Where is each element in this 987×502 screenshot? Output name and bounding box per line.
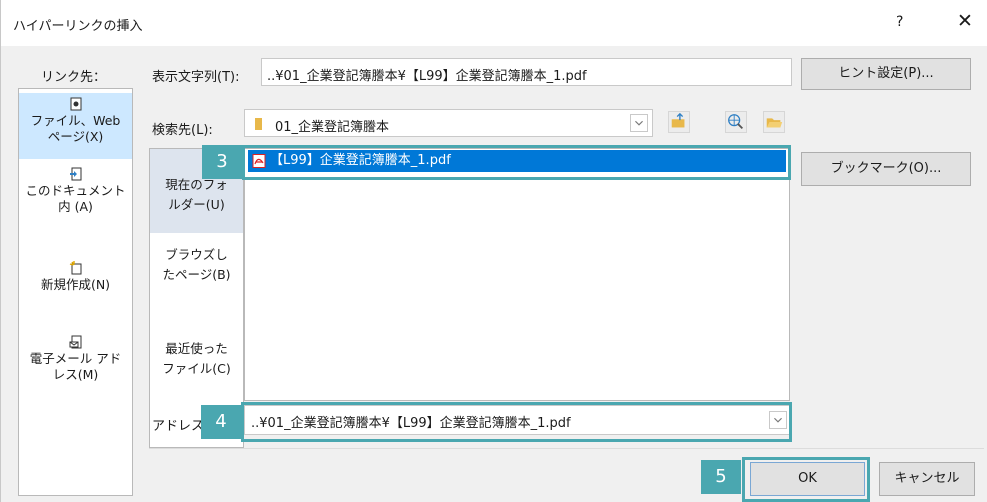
step-4-highlight (241, 402, 792, 442)
folder-icon (255, 118, 262, 130)
email-icon (69, 335, 81, 349)
file-list[interactable]: 【L99】企業登記簿謄本_1.pdf (244, 148, 790, 401)
cancel-button[interactable]: キャンセル (879, 462, 975, 496)
browse-web-button[interactable] (725, 111, 747, 133)
look-in-dropdown[interactable]: 01_企業登記簿謄本 (244, 109, 653, 137)
address-label: アドレス (152, 419, 205, 434)
nav-label-this-document: このドキュメント内 (A) (25, 183, 126, 214)
file-icon (70, 97, 81, 111)
dialog-title: ハイパーリンクの挿入 (13, 19, 143, 34)
nav-label-email: 電子メール アドレス(M) (29, 351, 122, 382)
browse-source-nav: 現在のフォルダー(U) ブラウズしたページ(B) 最近使ったファイル(C) (149, 148, 244, 448)
sub-item-recent-files[interactable]: 最近使ったファイル(C) (150, 339, 243, 399)
close-button[interactable]: ✕ (957, 10, 973, 32)
document-icon (69, 167, 81, 181)
nav-item-file-web[interactable]: ファイル、Web ページ(X) (19, 93, 132, 159)
look-in-dropdown-arrow[interactable] (630, 114, 648, 132)
step-5-highlight (742, 457, 870, 502)
nav-label-new-document: 新規作成(N) (40, 277, 111, 292)
nav-item-this-document[interactable]: このドキュメント内 (A) (19, 167, 132, 237)
nav-item-email[interactable]: 電子メール アドレス(M) (19, 335, 132, 395)
browse-file-button[interactable] (763, 111, 785, 133)
sub-label-browsed-pages: ブラウズしたページ(B) (162, 247, 231, 282)
open-folder-icon (766, 118, 783, 128)
look-in-label: 検索先(L): (152, 123, 213, 138)
step-3-badge: 3 (202, 145, 242, 179)
title-bar: ハイパーリンクの挿入 ? ✕ (1, 0, 987, 46)
sub-label-current-folder: 現在のフォルダー(U) (165, 177, 228, 212)
divider (149, 448, 984, 449)
step-5-badge: 5 (701, 460, 741, 494)
step-4-badge: 4 (201, 405, 241, 439)
look-in-value: 01_企業登記簿謄本 (275, 120, 390, 135)
up-folder-button[interactable] (668, 111, 690, 133)
display-text-input[interactable]: ..¥01_企業登記簿謄本¥【L99】企業登記簿謄本_1.pdf (261, 58, 792, 86)
link-to-label: リンク先： (41, 70, 107, 85)
screen-tip-button[interactable]: ヒント設定(P)... (801, 58, 971, 90)
sub-label-recent-files: 最近使ったファイル(C) (162, 341, 231, 376)
hyperlink-dialog: ハイパーリンクの挿入 ? ✕ リンク先： ファイル、Web ページ(X) このド… (0, 0, 987, 502)
chevron-down-icon (635, 120, 643, 126)
up-folder-icon (671, 112, 685, 128)
display-text-label: 表示文字列(T): (152, 70, 240, 85)
sub-item-browsed-pages[interactable]: ブラウズしたページ(B) (150, 245, 243, 305)
display-text-value: ..¥01_企業登記簿謄本¥【L99】企業登記簿謄本_1.pdf (267, 69, 587, 84)
nav-item-new-document[interactable]: 新規作成(N) (19, 261, 132, 311)
link-type-nav: ファイル、Web ページ(X) このドキュメント内 (A) 新規作成(N) 電子… (18, 88, 133, 496)
new-document-icon (69, 261, 81, 275)
step-3-highlight (242, 145, 791, 180)
bookmark-button[interactable]: ブックマーク(O)... (801, 152, 971, 186)
nav-label-file-web: ファイル、Web ページ(X) (30, 113, 121, 144)
browse-web-icon (728, 114, 744, 130)
help-button[interactable]: ? (896, 14, 903, 30)
